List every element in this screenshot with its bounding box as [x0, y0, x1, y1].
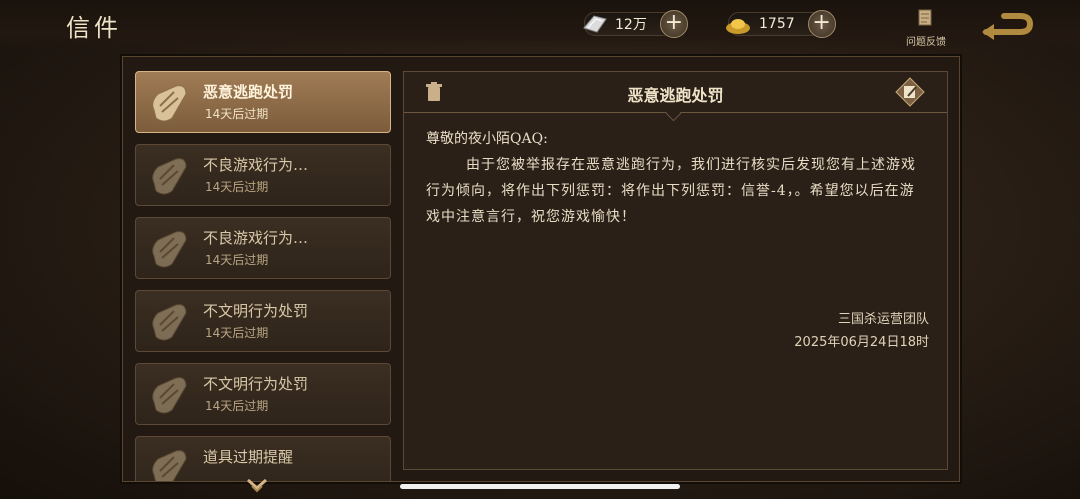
feedback-button[interactable]: 问题反馈: [898, 8, 954, 48]
mail-item-title: 不文明行为处罚: [203, 375, 309, 393]
home-indicator[interactable]: [400, 484, 680, 489]
mail-item-expiry: 14天后过期: [205, 107, 269, 121]
scroll-icon: [146, 226, 192, 272]
mail-item-title: 道具过期提醒: [203, 448, 294, 466]
mail-list-item[interactable]: 不良游戏行为… 14天后过期: [135, 144, 391, 206]
mail-list-item[interactable]: 不良游戏行为… 14天后过期: [135, 217, 391, 279]
scroll-icon: [146, 153, 192, 199]
mail-item-expiry: 14天后过期: [205, 253, 269, 267]
page-title: 信件: [66, 14, 122, 42]
mail-content: 由于您被举报存在恶意逃跑行为，我们进行核实后发现您有上述游戏行为倾向，将作出下列…: [426, 157, 916, 225]
feedback-scroll-icon: [918, 9, 932, 26]
scroll-icon: [146, 80, 192, 126]
mail-list-item[interactable]: 不文明行为处罚 14天后过期: [135, 290, 391, 352]
back-arrow-icon[interactable]: [980, 12, 1036, 40]
gold-counter: 1757 +: [726, 10, 836, 38]
mail-signature-block: 三国杀运营团队 2025年06月24日18时: [794, 308, 929, 354]
mail-panel: 恶意逃跑处罚 14天后过期 不良游戏行为… 14天后过期 不良游戏行为… 14天后过期 不文…: [122, 56, 960, 482]
mail-item-title: 恶意逃跑处罚: [203, 83, 294, 101]
chevron-down-icon[interactable]: [246, 478, 268, 494]
scroll-icon: [146, 445, 192, 481]
scroll-icon: [146, 372, 192, 418]
mail-list-item[interactable]: 恶意逃跑处罚 14天后过期: [135, 71, 391, 133]
edit-icon[interactable]: [894, 76, 926, 108]
mail-list-item[interactable]: 道具过期提醒: [135, 436, 391, 481]
silver-icon: [583, 15, 607, 33]
add-silver-button[interactable]: +: [659, 10, 688, 38]
mail-body: 尊敬的夜小陌QAQ: 由于您被举报存在恶意逃跑行为，我们进行核实后发现您有上述游…: [426, 126, 926, 230]
scroll-icon: [146, 299, 192, 345]
add-gold-button[interactable]: +: [807, 10, 836, 38]
mail-date: 2025年06月24日18时: [794, 335, 929, 350]
mail-signature: 三国杀运营团队: [837, 312, 929, 327]
mail-greeting: 尊敬的夜小陌QAQ:: [426, 131, 548, 147]
feedback-label: 问题反馈: [906, 37, 946, 48]
top-bar: 信件 12万 + 1757 + 问题反馈: [0, 0, 1080, 50]
mail-item-expiry: 14天后过期: [205, 180, 269, 194]
mail-list[interactable]: 恶意逃跑处罚 14天后过期 不良游戏行为… 14天后过期 不良游戏行为… 14天后过期 不文…: [123, 57, 399, 481]
gold-ingot-icon: [726, 19, 750, 34]
mail-item-title: 不良游戏行为…: [203, 156, 309, 174]
mail-item-expiry: 14天后过期: [205, 326, 269, 340]
mail-item-expiry: 14天后过期: [205, 399, 269, 413]
mail-detail-title: 恶意逃跑处罚: [627, 86, 724, 105]
silver-counter: 12万 +: [583, 10, 688, 38]
mail-detail: 恶意逃跑处罚 尊敬的夜小陌QAQ: 由于您被举报存在恶意逃跑行为，我们进行核实后…: [403, 71, 948, 470]
mail-item-title: 不文明行为处罚: [203, 302, 309, 320]
mail-item-title: 不良游戏行为…: [203, 229, 309, 247]
mail-list-item[interactable]: 不文明行为处罚 14天后过期: [135, 363, 391, 425]
